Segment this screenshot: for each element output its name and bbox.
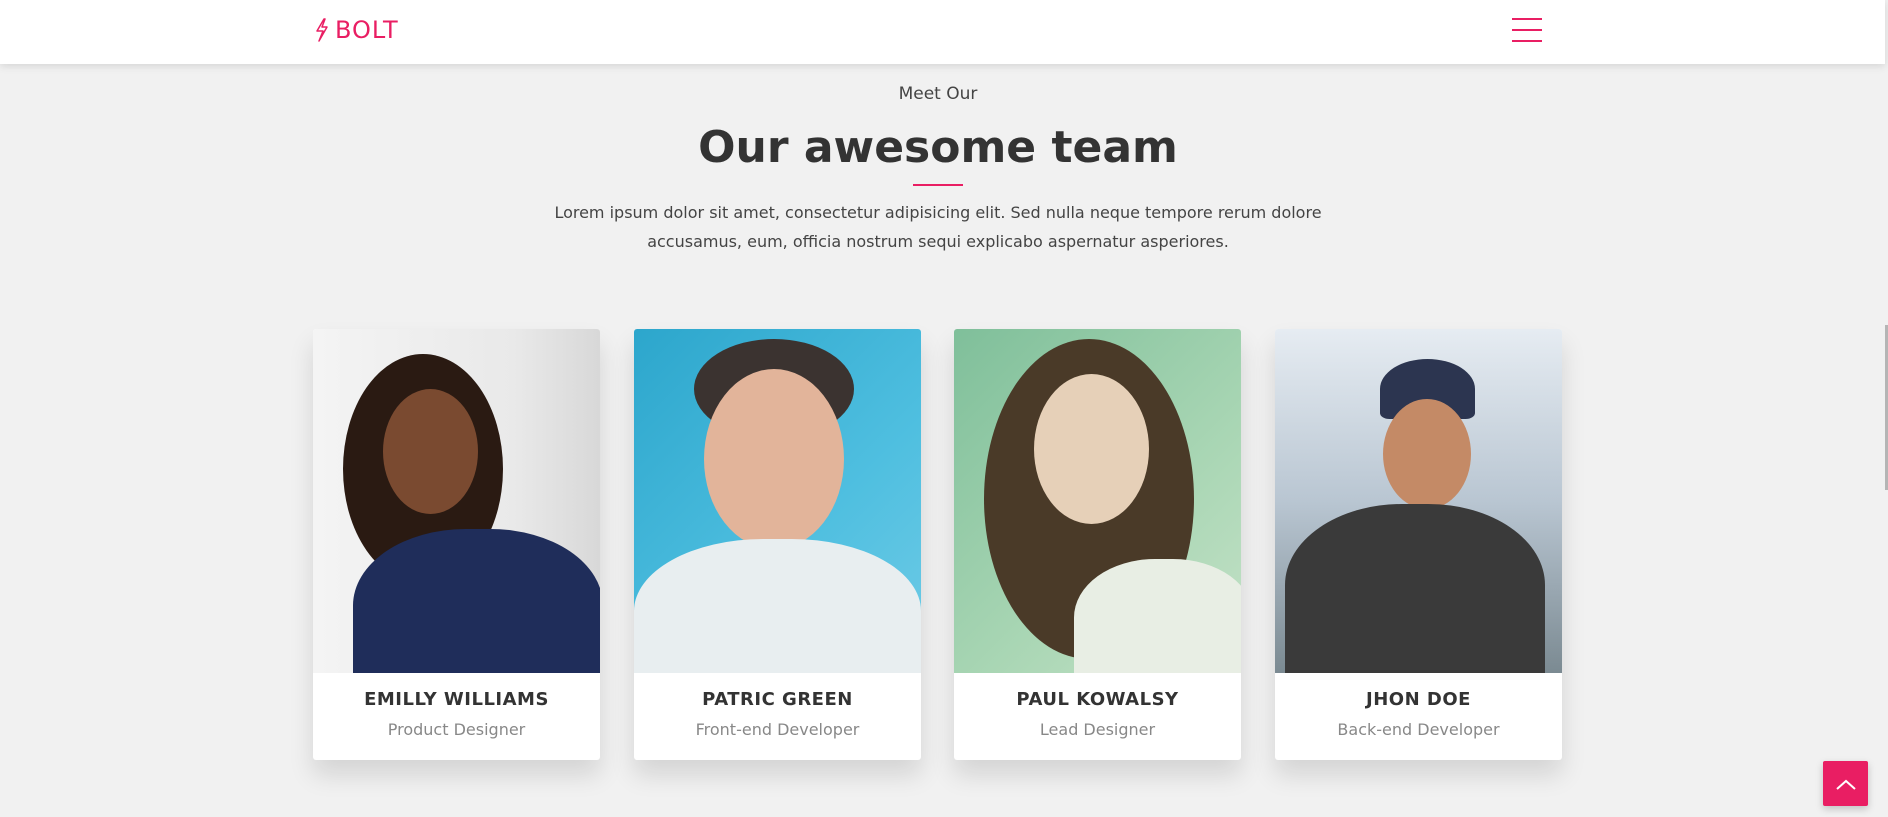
hamburger-menu-icon[interactable] — [1512, 18, 1542, 44]
member-role: Back-end Developer — [1337, 720, 1500, 739]
brand-logo[interactable]: BOLT — [315, 16, 399, 44]
member-name: EMILLY WILLIAMS — [364, 689, 549, 710]
title-divider — [913, 184, 963, 186]
member-photo — [1275, 329, 1562, 673]
navbar: BOLT — [0, 0, 1885, 64]
member-role: Lead Designer — [1039, 720, 1156, 739]
section-description: Lorem ipsum dolor sit amet, consectetur … — [554, 203, 1322, 251]
team-card: PATRIC GREEN Front-end Developer — [634, 329, 921, 760]
chevron-up-icon — [1835, 779, 1856, 790]
section-title: Our awesome team — [698, 122, 1178, 173]
team-card: EMILLY WILLIAMS Product Designer — [313, 329, 600, 760]
member-photo — [954, 329, 1241, 673]
back-to-top-button[interactable] — [1823, 761, 1868, 806]
lightning-bolt-icon — [316, 18, 328, 42]
member-name: JHON DOE — [1366, 689, 1471, 710]
member-role: Front-end Developer — [695, 720, 860, 739]
team-card: PAUL KOWALSY Lead Designer — [954, 329, 1241, 760]
team-card: JHON DOE Back-end Developer — [1275, 329, 1562, 760]
member-name: PATRIC GREEN — [702, 689, 853, 710]
member-photo — [634, 329, 921, 673]
member-name: PAUL KOWALSY — [1016, 689, 1179, 710]
section-eyebrow: Meet Our — [898, 84, 978, 104]
member-photo — [313, 329, 600, 673]
member-role: Product Designer — [387, 720, 526, 739]
brand-name: BOLT — [335, 16, 399, 44]
